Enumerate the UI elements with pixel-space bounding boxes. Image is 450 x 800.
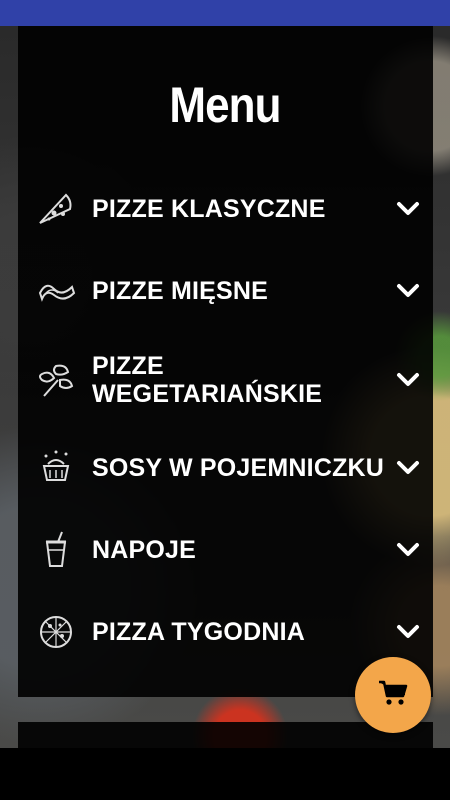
- menu-item-label: PIZZE KLASYCZNE: [92, 195, 326, 223]
- menu-item-label: PIZZE WEGETARIAŃSKIE: [92, 352, 323, 408]
- menu-item-pizze-miesne[interactable]: PIZZE MIĘSNE: [36, 271, 421, 311]
- chevron-down-icon[interactable]: [395, 622, 421, 642]
- menu-item-pizza-tygodnia[interactable]: PIZZA TYGODNIA: [36, 612, 421, 652]
- pizza-slice-icon: [36, 189, 76, 229]
- menu-item-label: PIZZE MIĘSNE: [92, 277, 269, 305]
- chevron-down-icon[interactable]: [395, 199, 421, 219]
- menu-item-sosy-w-pojemniczku[interactable]: SOSY W POJEMNICZKU: [36, 448, 421, 488]
- menu-item-pizze-wegetarianskie[interactable]: PIZZE WEGETARIAŃSKIE: [36, 352, 421, 408]
- cart-button[interactable]: [355, 657, 431, 733]
- chevron-down-icon[interactable]: [395, 370, 421, 390]
- sauce-cup-icon: [36, 448, 76, 488]
- page-title: Menu: [169, 77, 281, 133]
- bacon-icon: [36, 271, 76, 311]
- herb-leaf-icon: [36, 360, 76, 400]
- whole-pizza-icon: [36, 612, 76, 652]
- menu-item-label: SOSY W POJEMNICZKU: [92, 454, 385, 482]
- cart-icon: [378, 679, 408, 712]
- navigation-bar: [0, 748, 450, 800]
- menu-item-label: NAPOJE: [92, 536, 197, 564]
- menu-item-napoje[interactable]: NAPOJE: [36, 530, 421, 570]
- chevron-down-icon[interactable]: [395, 458, 421, 478]
- menu-item-label: PIZZA TYGODNIA: [92, 618, 305, 646]
- chevron-down-icon[interactable]: [395, 540, 421, 560]
- menu-item-pizze-klasyczne[interactable]: PIZZE KLASYCZNE: [36, 189, 421, 229]
- chevron-down-icon[interactable]: [395, 281, 421, 301]
- drink-cup-icon: [36, 530, 76, 570]
- status-bar: [0, 0, 450, 26]
